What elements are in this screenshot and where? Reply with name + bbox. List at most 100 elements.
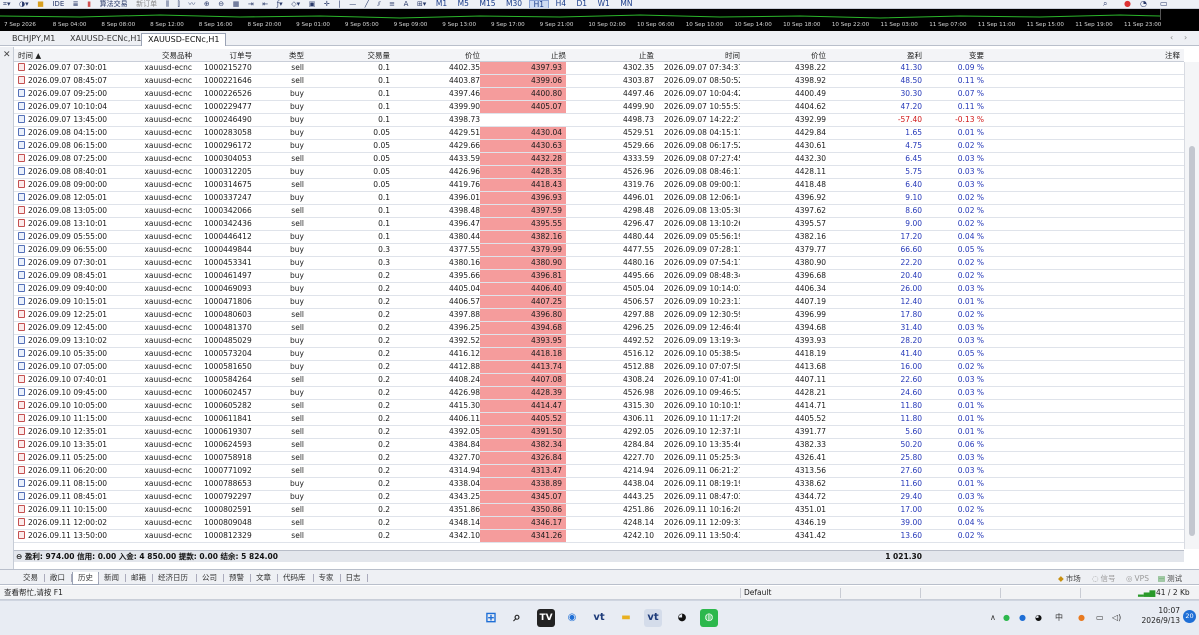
alert-icon[interactable]: ● [1124,0,1131,8]
timeframe-m15[interactable]: M15 [475,0,499,8]
table-row[interactable]: 2026.09.07 10:10:04 xauusd-ecnc 1000229477… [14,101,1184,114]
col-close-time[interactable]: 时间 [664,49,740,62]
table-row[interactable]: 2026.09.09 12:45:00 xauusd-ecnc 1000481370… [14,322,1184,335]
tab-7[interactable]: 预警 [224,572,249,585]
chart-bars-icon[interactable]: ⫼ [163,0,172,8]
volume-icon[interactable]: ◁) [1112,612,1121,624]
table-row[interactable]: 2026.09.10 12:35:01 xauusd-ecnc 1000619307… [14,426,1184,439]
objects-icon[interactable]: ◇▾ [288,0,303,8]
col-tp[interactable]: 止盈 [572,49,654,62]
vline-icon[interactable]: | [335,0,343,8]
tray-expand-icon[interactable]: ∧ [990,612,996,624]
col-comment[interactable]: 注释 [1114,49,1180,62]
vt-app-active-icon[interactable]: vt [644,609,662,627]
tab-0[interactable]: 交易 [18,572,43,585]
folder-icon[interactable]: ■ [34,0,47,8]
tray-qq-icon[interactable]: ◕ [1035,612,1042,624]
table-row[interactable]: 2026.09.08 07:25:00 xauusd-ecnc 1000304053… [14,153,1184,166]
hline-icon[interactable]: — [346,0,359,8]
summary-expand-icon[interactable]: ⊖ [16,552,22,561]
timeframe-w1[interactable]: W1 [594,0,614,8]
col-price[interactable]: 价位 [404,49,480,62]
signals-button[interactable]: ◌ 信号 [1092,573,1116,584]
vps-button[interactable]: ◎ VPS [1126,573,1149,584]
search-icon[interactable]: ⌕ [1103,0,1107,8]
table-row[interactable]: 2026.09.08 12:05:01 xauusd-ecnc 1000337247… [14,192,1184,205]
table-row[interactable]: 2026.09.09 08:45:01 xauusd-ecnc 1000461497… [14,270,1184,283]
table-row[interactable]: 2026.09.07 07:30:01 xauusd-ecnc 1000215270… [14,62,1184,75]
table-row[interactable]: 2026.09.11 06:20:00 xauusd-ecnc 1000771092… [14,465,1184,478]
tab-9[interactable]: 代码库 [278,572,311,585]
ide-button[interactable]: IDE [49,0,67,8]
table-row[interactable]: 2026.09.10 10:05:00 xauusd-ecnc 1000605282… [14,400,1184,413]
stack-icon[interactable]: ≣ [70,0,82,8]
table-row[interactable]: 2026.09.10 07:05:00 xauusd-ecnc 1000581650… [14,361,1184,374]
shapes-icon[interactable]: ⊞▾ [414,0,429,8]
timeframe-h4[interactable]: H4 [552,0,570,8]
table-row[interactable]: 2026.09.10 09:45:00 xauusd-ecnc 1000602457… [14,387,1184,400]
tab-4[interactable]: 邮箱 [126,572,151,585]
network-icon[interactable]: ▭ [1096,612,1104,624]
scrollbar-thumb[interactable] [1189,146,1195,536]
col-order[interactable]: 订单号 [204,49,253,62]
col-time[interactable]: 时间 ▲ [18,49,68,62]
table-row[interactable]: 2026.09.09 10:15:01 xauusd-ecnc 1000471806… [14,296,1184,309]
vt-app-icon[interactable]: vt [590,609,608,627]
camera-icon[interactable]: ▣ [306,0,319,8]
tab-2[interactable]: 历史 [72,572,99,585]
tab-10[interactable]: 专家 [314,572,339,585]
notification-badge[interactable]: 20 [1183,610,1196,623]
tray-ime-icon[interactable]: ● [1078,612,1085,624]
timeframe-m5[interactable]: M5 [454,0,473,8]
table-row[interactable]: 2026.09.09 05:55:00 xauusd-ecnc 1000446412… [14,231,1184,244]
table-row[interactable]: 2026.09.08 13:05:00 xauusd-ecnc 1000342066… [14,205,1184,218]
table-row[interactable]: 2026.09.10 05:35:00 xauusd-ecnc 1000573204… [14,348,1184,361]
table-row[interactable]: 2026.09.09 07:30:01 xauusd-ecnc 1000453341… [14,257,1184,270]
market-button[interactable]: ◆ 市场 [1058,573,1081,584]
tab-8[interactable]: 文章 [251,572,276,585]
col-sl[interactable]: 止损 [482,49,566,62]
status-profile[interactable]: Default [744,586,771,600]
start-icon[interactable]: ⊞ [482,609,500,627]
file-explorer-icon[interactable]: ▬ [617,609,635,627]
line-chart-icon[interactable]: 〰 [185,0,198,8]
chart-area[interactable]: 7 Sep 2026 8 Sep 04:00 8 Sep 08:00 8 Sep 12… [0,9,1199,31]
timeframe-d1[interactable]: D1 [573,0,592,8]
table-row[interactable]: 2026.09.08 04:15:00 xauusd-ecnc 1000283058… [14,127,1184,140]
app-icon[interactable]: ◉ [563,609,581,627]
table-row[interactable]: 2026.09.09 12:25:01 xauusd-ecnc 1000480603… [14,309,1184,322]
tile-icon[interactable]: ▦ [230,0,243,8]
tab-5[interactable]: 经济日历 [153,572,193,585]
wechat-icon[interactable]: ◍ [700,609,718,627]
autoscroll-icon[interactable]: ⇥ [245,0,257,8]
col-volume[interactable]: 交易量 [314,49,391,62]
table-row[interactable]: 2026.09.08 09:00:00 xauusd-ecnc 1000314675… [14,179,1184,192]
tab-6[interactable]: 公司 [197,572,222,585]
crosshair-icon[interactable]: ✛ [321,0,333,8]
table-row[interactable]: 2026.09.11 05:25:00 xauusd-ecnc 1000758918… [14,452,1184,465]
col-type[interactable]: 类型 [256,49,304,62]
table-row[interactable]: 2026.09.09 13:10:02 xauusd-ecnc 1000485029… [14,335,1184,348]
zoom-out-icon[interactable]: ⊖ [215,0,227,8]
table-row[interactable]: 2026.09.08 13:10:01 xauusd-ecnc 1000342436… [14,218,1184,231]
algo-trading-button[interactable]: 算法交易 [97,0,131,8]
table-row[interactable]: 2026.09.08 06:15:00 xauusd-ecnc 1000296172… [14,140,1184,153]
table-row[interactable]: 2026.09.11 08:15:00 xauusd-ecnc 1000788653… [14,478,1184,491]
tab-11[interactable]: 日志 [341,572,366,585]
chat-icon[interactable]: ▭ [1160,0,1168,8]
table-row[interactable]: 2026.09.10 11:15:00 xauusd-ecnc 1000611841… [14,413,1184,426]
tester-button[interactable]: ▤ 测试 [1158,573,1182,584]
clock[interactable]: 10:07 2026/9/13 [1130,606,1180,626]
table-row[interactable]: 2026.09.10 07:40:01 xauusd-ecnc 1000584264… [14,374,1184,387]
tab-1[interactable]: 敞口 [45,572,70,585]
col-symbol[interactable]: 交易品种 [114,49,192,62]
color-icon[interactable]: ◑▾ [16,0,32,8]
timeframe-mn[interactable]: MN [616,0,636,8]
close-icon[interactable]: ✕ [3,50,11,60]
table-row[interactable]: 2026.09.11 10:15:00 xauusd-ecnc 1000802591… [14,504,1184,517]
trendline-icon[interactable]: ╱ [362,0,372,8]
col-profit[interactable]: 盈利 [834,49,922,62]
tray-wechat-icon[interactable]: ● [1003,612,1010,624]
input-language[interactable]: 中 [1055,612,1063,624]
fibo-icon[interactable]: ≡ [386,0,398,8]
